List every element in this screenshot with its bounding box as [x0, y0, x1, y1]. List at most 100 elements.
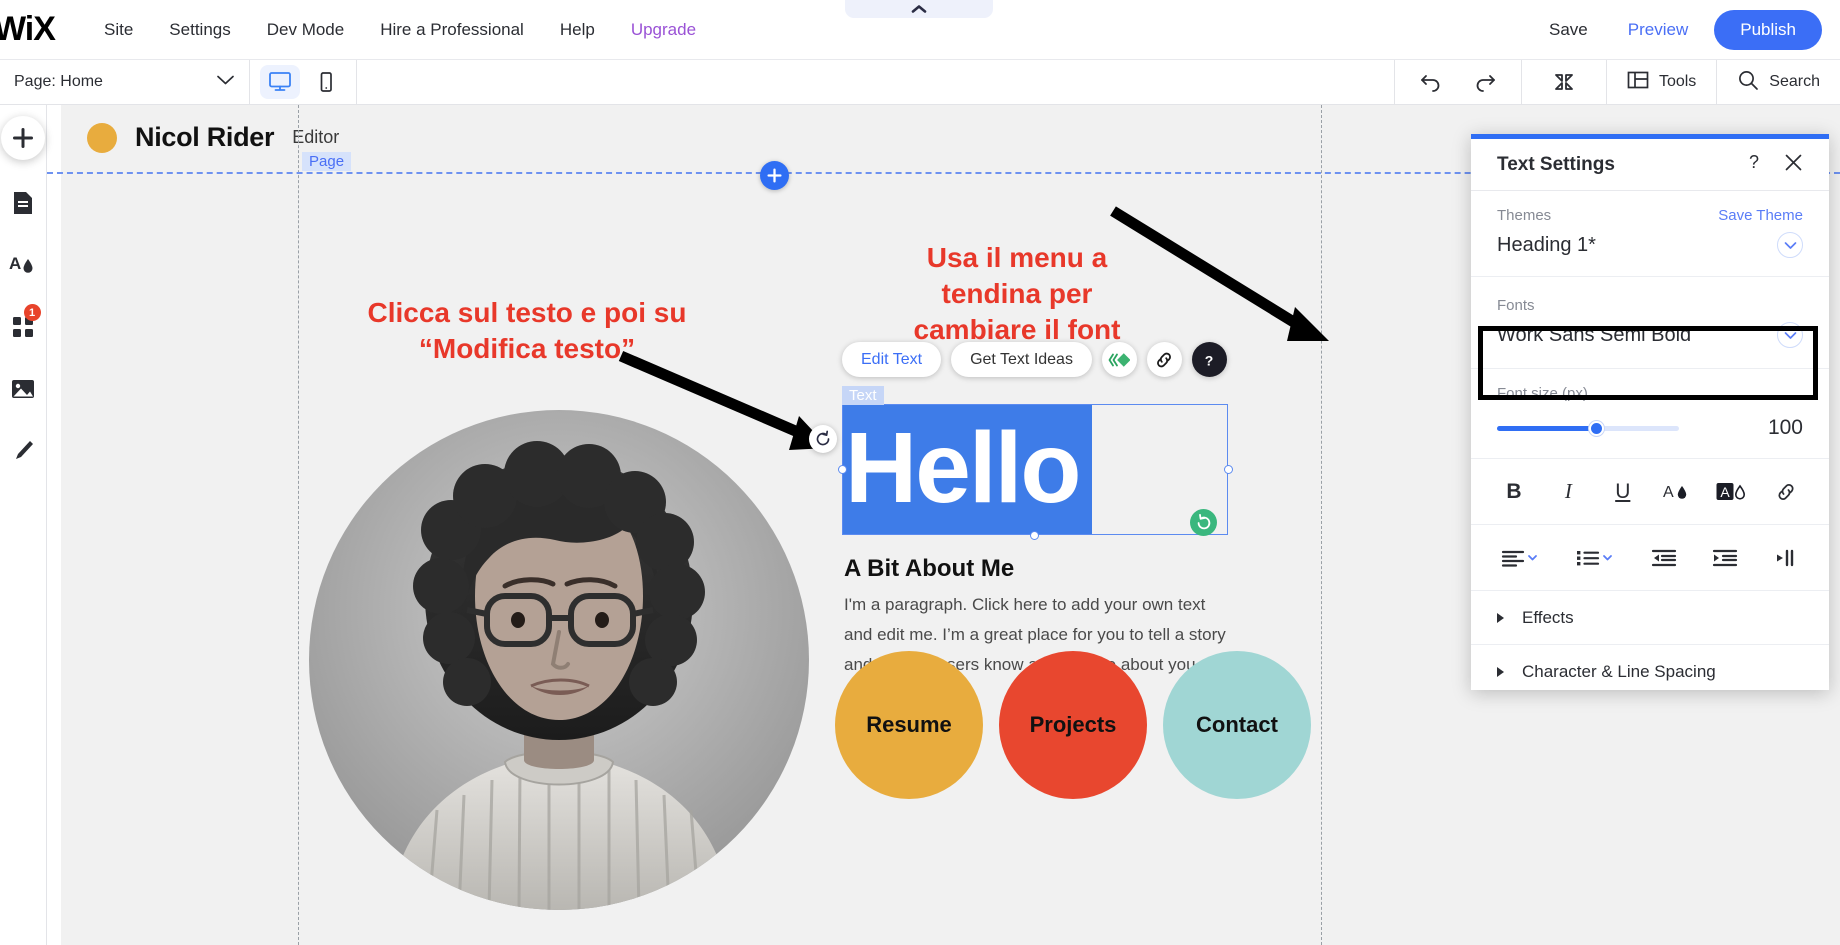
menu-item-settings[interactable]: Settings	[151, 14, 248, 46]
save-theme-link[interactable]: Save Theme	[1718, 207, 1803, 224]
svg-text:A: A	[1663, 484, 1674, 501]
nav-circle-projects[interactable]: Projects	[999, 651, 1147, 799]
desktop-view-button[interactable]	[260, 65, 300, 99]
menu-item-site[interactable]: Site	[86, 14, 151, 46]
publish-button[interactable]: Publish	[1714, 10, 1822, 50]
ai-rewrite-button[interactable]	[1190, 509, 1217, 536]
chevron-down-icon	[1784, 331, 1797, 340]
site-name: Nicol Rider	[135, 122, 274, 153]
menu-item-dev-mode[interactable]: Dev Mode	[249, 14, 362, 46]
text-settings-panel: Text Settings ? Themes Save Theme Headin…	[1471, 134, 1829, 690]
theme-dropdown-button[interactable]	[1777, 232, 1803, 258]
link-button[interactable]	[1769, 475, 1803, 509]
italic-button[interactable]: I	[1551, 475, 1585, 509]
site-role: Editor	[292, 127, 339, 148]
font-size-slider[interactable]	[1497, 426, 1679, 431]
redo-icon	[1473, 72, 1497, 92]
page-selector-label: Page: Home	[14, 73, 103, 91]
list-button[interactable]	[1572, 541, 1620, 575]
add-section-button[interactable]	[760, 161, 789, 190]
help-icon: ?	[1198, 349, 1220, 371]
question-mark-icon[interactable]: ?	[1746, 152, 1762, 177]
menu-item-hire-a-professional[interactable]: Hire a Professional	[362, 14, 542, 46]
save-button[interactable]: Save	[1529, 14, 1608, 46]
chevron-down-icon	[1784, 241, 1797, 250]
page-selector[interactable]: Page: Home	[0, 60, 250, 105]
redo-button[interactable]	[1463, 72, 1507, 92]
undo-icon	[1419, 72, 1443, 92]
tools-label: Tools	[1659, 73, 1696, 91]
tools-button[interactable]: Tools	[1606, 60, 1716, 105]
site-header: Nicol Rider Editor	[87, 122, 339, 153]
preview-button[interactable]: Preview	[1608, 14, 1708, 46]
theme-icon: A	[9, 252, 37, 278]
animation-button[interactable]	[1102, 342, 1137, 377]
text-direction-button[interactable]	[1769, 541, 1803, 575]
help-button[interactable]: ?	[1192, 342, 1227, 377]
fonts-label: Fonts	[1497, 297, 1535, 314]
close-icon[interactable]	[1784, 153, 1803, 177]
canvas-left-gutter	[47, 105, 61, 945]
spacing-accordion[interactable]: Character & Line Spacing	[1471, 645, 1829, 699]
sidebar-item-app-market[interactable]: 1	[0, 296, 47, 358]
page-icon	[11, 190, 35, 216]
resize-handle-bottom[interactable]	[1030, 531, 1039, 540]
sidebar-item-pages[interactable]	[0, 172, 47, 234]
sidebar-item-add[interactable]	[1, 116, 45, 160]
menu-item-upgrade[interactable]: Upgrade	[613, 14, 714, 46]
effects-accordion[interactable]: Effects	[1471, 591, 1829, 645]
svg-text:?: ?	[1749, 152, 1759, 172]
wix-logo[interactable]: WiX	[0, 10, 66, 49]
site-logo-dot	[87, 123, 117, 153]
underline-glyph: U	[1615, 480, 1630, 504]
indent-button[interactable]	[1708, 541, 1742, 575]
animation-icon	[1108, 352, 1130, 368]
highlight-color-button[interactable]: A	[1715, 475, 1749, 509]
history-group	[1394, 60, 1521, 105]
text-element-box[interactable]: Hello	[842, 404, 1228, 535]
undo-button[interactable]	[1409, 72, 1453, 92]
collapse-toolbar-tab[interactable]	[845, 0, 993, 18]
zoom-out-icon	[1552, 71, 1576, 93]
resize-handle-right[interactable]	[1224, 465, 1233, 474]
selected-element-tag: Text	[842, 386, 884, 405]
get-text-ideas-button[interactable]: Get Text Ideas	[951, 342, 1092, 377]
sidebar-item-media[interactable]	[0, 358, 47, 420]
outdent-button[interactable]	[1647, 541, 1681, 575]
panel-header-icons: ?	[1746, 152, 1803, 177]
mobile-view-button[interactable]	[306, 65, 346, 99]
panel-title: Text Settings	[1497, 154, 1615, 176]
link-button[interactable]	[1147, 342, 1182, 377]
spacing-label: Character & Line Spacing	[1522, 662, 1716, 682]
nav-circle-label: Contact	[1196, 712, 1278, 738]
fonts-dropdown-button[interactable]	[1777, 322, 1803, 348]
fonts-section: Fonts Work Sans Semi Bold	[1471, 277, 1829, 369]
underline-button[interactable]: U	[1606, 475, 1640, 509]
paragraph-format-row	[1471, 525, 1829, 591]
toolbar-right-group: Tools Search	[1394, 60, 1840, 105]
nav-circle-label: Projects	[1030, 712, 1117, 738]
edit-text-button[interactable]: Edit Text	[842, 342, 941, 377]
bold-button[interactable]: B	[1497, 475, 1531, 509]
align-left-icon	[1501, 548, 1541, 568]
search-button[interactable]: Search	[1716, 60, 1840, 105]
resize-handle-left[interactable]	[838, 465, 847, 474]
align-button[interactable]	[1497, 541, 1545, 575]
zoom-out-button[interactable]	[1542, 71, 1586, 93]
nav-circle-contact[interactable]: Contact	[1163, 651, 1311, 799]
sidebar-item-blog[interactable]	[0, 420, 47, 482]
page-prefix: Page:	[14, 73, 56, 90]
font-size-value[interactable]: 100	[1768, 416, 1803, 440]
app-market-badge: 1	[24, 304, 41, 321]
text-selection-highlight: Hello	[843, 405, 1092, 534]
slider-knob[interactable]	[1589, 421, 1604, 436]
menu-item-help[interactable]: Help	[542, 14, 613, 46]
text-color-button[interactable]: A	[1660, 475, 1694, 509]
sidebar-item-site-design[interactable]: A	[0, 234, 47, 296]
rotate-handle[interactable]	[809, 425, 837, 453]
slider-fill	[1497, 426, 1596, 431]
chevron-up-icon	[911, 4, 927, 14]
nav-circle-resume[interactable]: Resume	[835, 651, 983, 799]
bullet-list-icon	[1575, 548, 1617, 568]
zoom-out-group	[1521, 60, 1606, 105]
